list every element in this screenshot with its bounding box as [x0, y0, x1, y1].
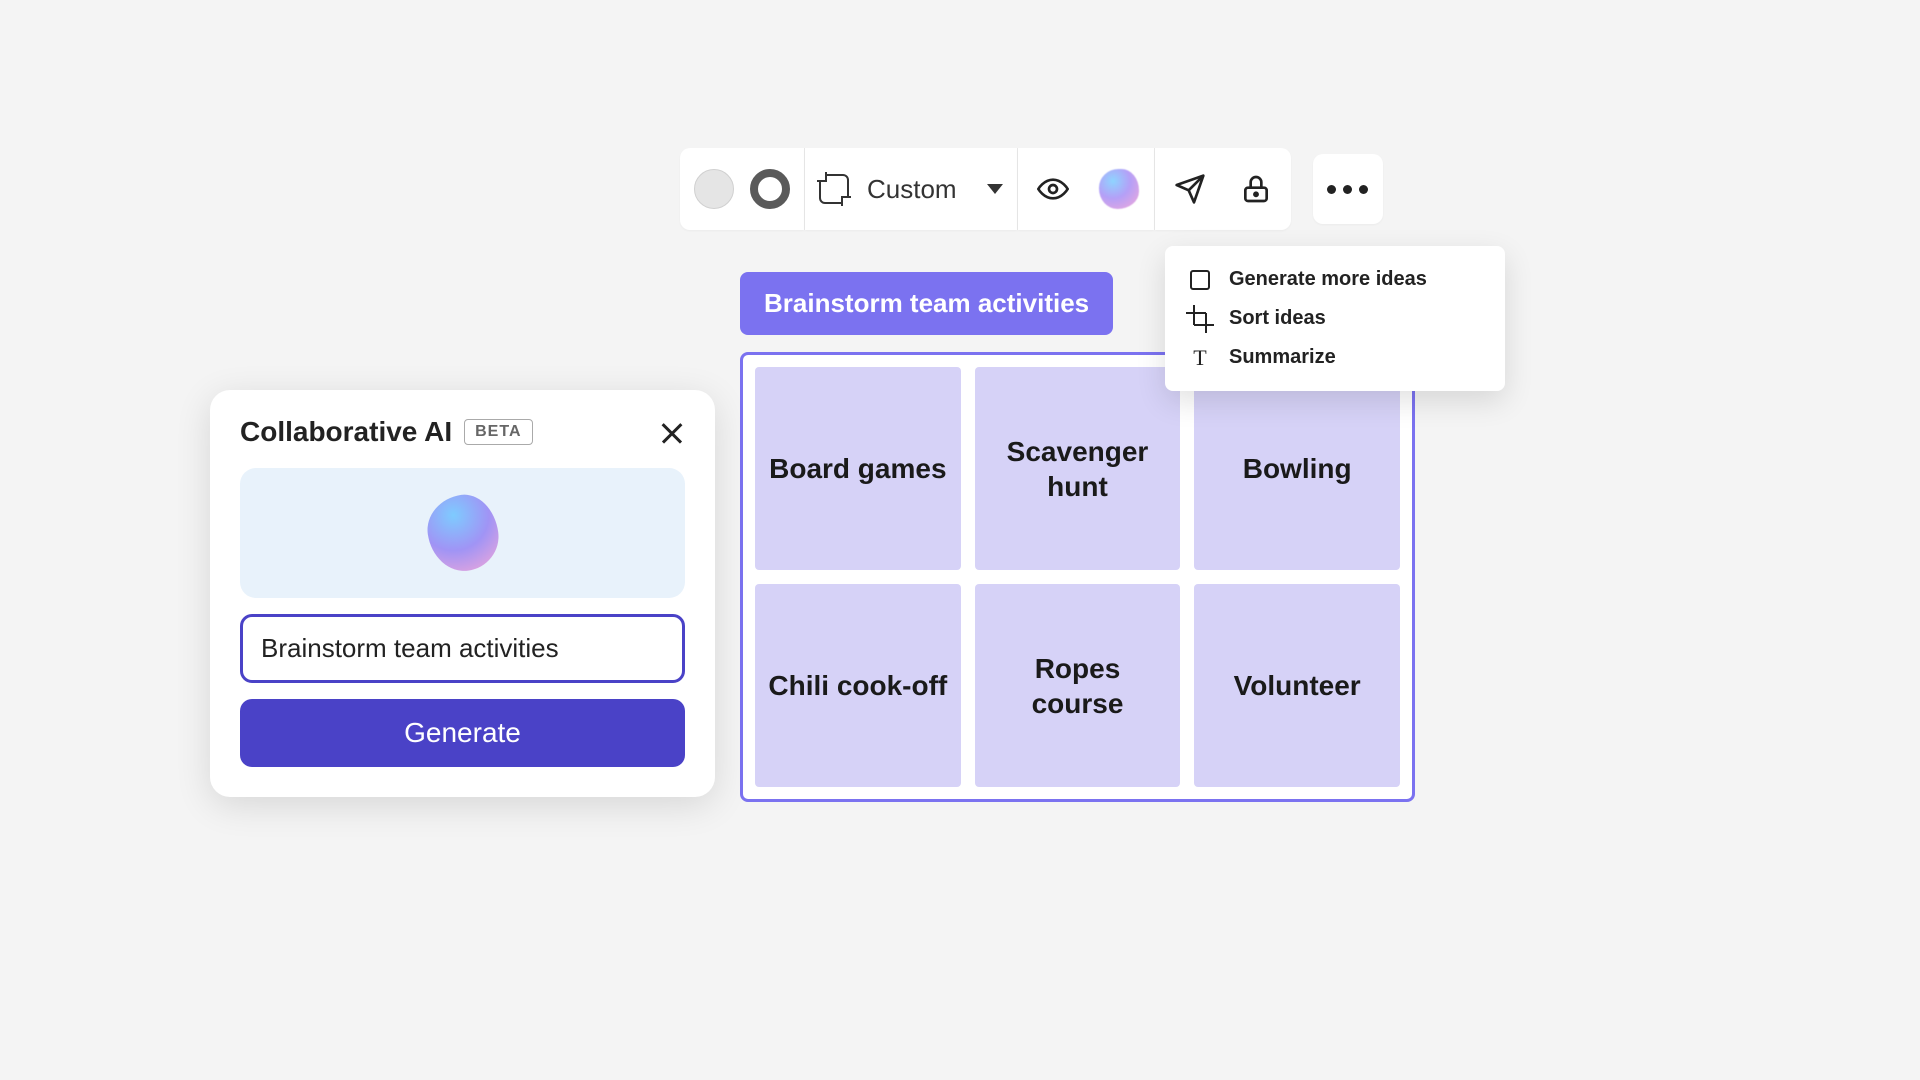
beta-badge: BETA	[464, 419, 532, 445]
idea-card-text: Board games	[769, 451, 946, 486]
idea-card[interactable]: Chili cook-off	[755, 584, 961, 787]
ai-blob-icon	[423, 490, 503, 575]
chevron-down-icon	[987, 184, 1003, 194]
idea-card[interactable]: Bowling	[1194, 367, 1400, 570]
idea-card[interactable]: Volunteer	[1194, 584, 1400, 787]
idea-card-text: Chili cook-off	[768, 668, 947, 703]
idea-card[interactable]: Scavenger hunt	[975, 367, 1181, 570]
more-options-button[interactable]	[1313, 154, 1383, 224]
ai-preview-area	[240, 468, 685, 598]
idea-card[interactable]: Ropes course	[975, 584, 1181, 787]
menu-item-label: Generate more ideas	[1229, 268, 1427, 291]
menu-item-label: Sort ideas	[1229, 307, 1326, 330]
view-group	[1018, 148, 1154, 230]
frame-title-tab[interactable]: Brainstorm team activities	[740, 272, 1113, 335]
ai-context-menu: Generate more ideas Sort ideas T Summari…	[1165, 246, 1505, 391]
frame-size-selector[interactable]: Custom	[819, 174, 1003, 205]
visibility-toggle[interactable]	[1032, 168, 1074, 210]
fill-color-swatch[interactable]	[694, 169, 734, 209]
menu-item-generate-more[interactable]: Generate more ideas	[1175, 260, 1495, 299]
frame-size-label: Custom	[867, 174, 957, 205]
text-icon: T	[1189, 347, 1211, 369]
idea-card-text: Bowling	[1243, 451, 1352, 486]
share-group	[1155, 148, 1291, 230]
frame-title-text: Brainstorm team activities	[764, 288, 1089, 318]
send-button[interactable]	[1169, 168, 1211, 210]
idea-card-text: Scavenger hunt	[987, 434, 1169, 504]
idea-card-text: Volunteer	[1234, 668, 1361, 703]
top-toolbar: Custom	[680, 148, 1383, 230]
stroke-color-swatch[interactable]	[750, 169, 790, 209]
menu-item-label: Summarize	[1229, 346, 1336, 369]
square-icon	[1189, 269, 1211, 291]
generate-button-label: Generate	[404, 717, 521, 748]
crop-icon	[1189, 308, 1211, 330]
idea-card-text: Ropes course	[987, 651, 1169, 721]
menu-item-sort[interactable]: Sort ideas	[1175, 299, 1495, 338]
frame-icon	[819, 174, 849, 204]
ai-blob-icon	[1099, 169, 1139, 209]
menu-item-summarize[interactable]: T Summarize	[1175, 338, 1495, 377]
ai-panel-header: Collaborative AI BETA	[240, 416, 685, 448]
close-button[interactable]	[659, 419, 685, 445]
ai-prompt-input[interactable]	[240, 614, 685, 683]
ai-panel: Collaborative AI BETA Generate	[210, 390, 715, 797]
ai-panel-title: Collaborative AI	[240, 416, 452, 448]
canvas-frame[interactable]: Board games Scavenger hunt Bowling Chili…	[740, 352, 1415, 802]
ellipsis-icon	[1327, 185, 1368, 194]
color-group	[680, 148, 804, 230]
frame-size-group[interactable]: Custom	[805, 148, 1017, 230]
lock-button[interactable]	[1235, 168, 1277, 210]
ai-assist-button[interactable]	[1098, 168, 1140, 210]
generate-button[interactable]: Generate	[240, 699, 685, 767]
idea-card[interactable]: Board games	[755, 367, 961, 570]
